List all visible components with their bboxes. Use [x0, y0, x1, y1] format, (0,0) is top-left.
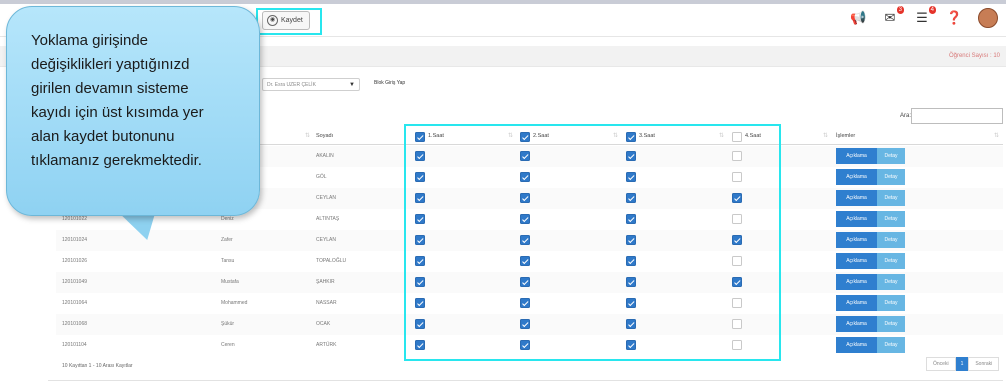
tasks-icon[interactable]: ☰ 4 — [914, 6, 936, 26]
col-surname[interactable]: Soyadı — [316, 133, 333, 139]
student-count: Öğrenci Sayısı : 10 — [948, 53, 1000, 59]
student-number: 120101064 — [62, 300, 88, 306]
pagination-page[interactable]: 1 — [955, 357, 969, 371]
detail-button[interactable]: Detay — [877, 274, 905, 290]
footer-divider — [48, 380, 1003, 381]
description-button[interactable]: Açıklama — [836, 295, 877, 311]
save-button-highlight — [256, 8, 322, 35]
description-button[interactable]: Açıklama — [836, 232, 877, 248]
description-button[interactable]: Açıklama — [836, 190, 877, 206]
student-surname: OCAK — [316, 321, 331, 327]
student-name: Mohammed — [221, 300, 248, 306]
help-icon[interactable]: ❓ — [946, 10, 962, 26]
callout-text: Yoklama girişinde değişiklikleri yaptığı… — [31, 32, 204, 169]
instructor-select[interactable]: Dr. Esra UZER ÇELİK ▼ — [262, 78, 360, 91]
instruction-callout: Yoklama girişinde değişiklikleri yaptığı… — [6, 6, 260, 216]
student-name: Şükür — [221, 321, 235, 327]
student-number: 120101024 — [62, 237, 88, 243]
student-name: Zafer — [221, 237, 233, 243]
col-actions: İşlemler — [836, 133, 856, 139]
student-number: 120101049 — [62, 279, 88, 285]
description-button[interactable]: Açıklama — [836, 211, 877, 227]
student-name: Ceren — [221, 342, 235, 348]
description-button[interactable]: Açıklama — [836, 148, 877, 164]
description-button[interactable]: Açıklama — [836, 169, 877, 185]
student-surname: CEYLAN — [316, 195, 337, 201]
top-accent-strip — [0, 0, 1006, 4]
bulk-entry-button[interactable]: Blok Giriş Yap — [374, 80, 405, 86]
attendance-grid-highlight — [404, 124, 781, 361]
student-surname: TOPALOĞLU — [316, 258, 347, 264]
student-surname: ŞAHKIR — [316, 279, 335, 285]
chevron-down-icon: ▼ — [349, 82, 355, 88]
student-number: 120101068 — [62, 321, 88, 327]
student-name: Deniz — [221, 216, 234, 222]
student-number: 120101022 — [62, 216, 88, 222]
instructor-select-value: Dr. Esra UZER ÇELİK — [267, 82, 316, 88]
pagination: Önceki 1 Sonraki — [926, 357, 1000, 371]
description-button[interactable]: Açıklama — [836, 316, 877, 332]
detail-button[interactable]: Detay — [877, 337, 905, 353]
student-surname: AKALIN — [316, 153, 334, 159]
student-name: Tansu — [221, 258, 235, 264]
avatar[interactable] — [978, 8, 998, 28]
announcement-icon[interactable]: 📢 — [850, 10, 866, 26]
search-label: Ara: — [900, 113, 912, 119]
student-number: 120101026 — [62, 258, 88, 264]
student-surname: ARTÜRK — [316, 342, 337, 348]
student-name: Mustafa — [221, 279, 239, 285]
student-surname: ALTINTAŞ — [316, 216, 340, 222]
description-button[interactable]: Açıklama — [836, 274, 877, 290]
description-button[interactable]: Açıklama — [836, 337, 877, 353]
table-info: 10 Kayıttan 1 - 10 Arası Kayıtlar — [62, 363, 133, 369]
detail-button[interactable]: Detay — [877, 295, 905, 311]
detail-button[interactable]: Detay — [877, 148, 905, 164]
detail-button[interactable]: Detay — [877, 169, 905, 185]
student-surname: NASSAR — [316, 300, 337, 306]
detail-button[interactable]: Detay — [877, 253, 905, 269]
detail-button[interactable]: Detay — [877, 316, 905, 332]
detail-button[interactable]: Detay — [877, 211, 905, 227]
pagination-next[interactable]: Sonraki — [968, 357, 1000, 371]
student-surname: GÖL — [316, 174, 327, 180]
detail-button[interactable]: Detay — [877, 232, 905, 248]
detail-button[interactable]: Detay — [877, 190, 905, 206]
student-number: 120101104 — [62, 342, 87, 348]
sort-icon[interactable]: ⇅ — [994, 132, 999, 139]
mail-icon[interactable]: ✉ 3 — [882, 6, 904, 26]
pagination-prev[interactable]: Önceki — [926, 357, 956, 371]
sort-icon[interactable]: ⇅ — [823, 132, 828, 139]
mail-badge: 3 — [896, 6, 904, 14]
description-button[interactable]: Açıklama — [836, 253, 877, 269]
top-icons: 📢 ✉ 3 ☰ 4 ❓ — [850, 6, 998, 28]
sort-icon[interactable]: ⇅ — [305, 132, 310, 139]
tasks-badge: 4 — [928, 6, 936, 14]
search-input[interactable] — [911, 108, 1003, 124]
student-surname: CEYLAN — [316, 237, 337, 243]
